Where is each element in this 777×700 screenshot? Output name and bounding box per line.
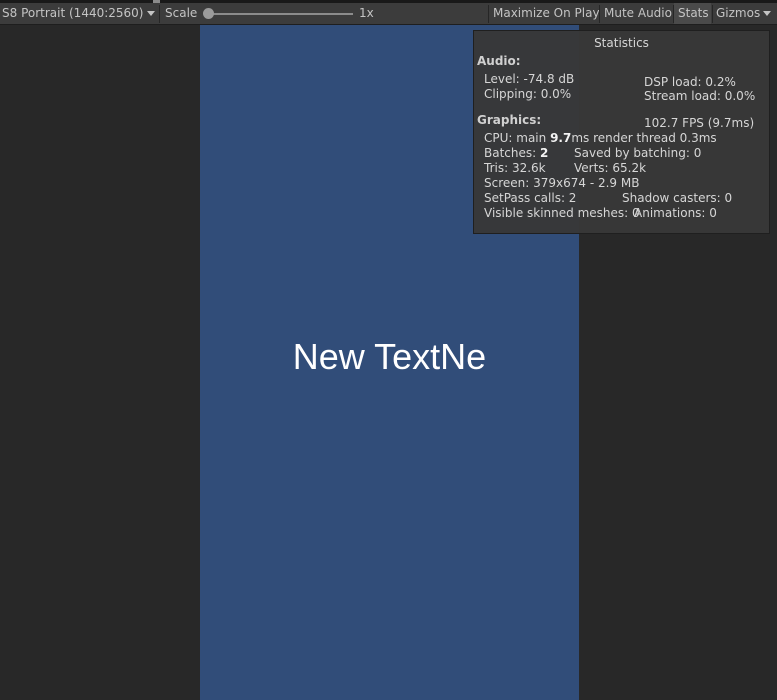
game-toolbar: S8 Portrait (1440:2560) Scale 1x Maximiz…: [0, 3, 777, 25]
verts-count: Verts: 65.2k: [574, 161, 647, 175]
batches-label: Batches:: [484, 146, 537, 160]
dsp-load: DSP load: 0.2%: [644, 75, 736, 89]
gizmos-label: Gizmos: [716, 6, 761, 20]
game-window: S8 Portrait (1440:2560) Scale 1x Maximiz…: [0, 0, 777, 700]
mute-audio-button[interactable]: Mute Audio: [600, 3, 672, 24]
scale-slider-track[interactable]: [212, 13, 353, 15]
resolution-dropdown[interactable]: S8 Portrait (1440:2560): [0, 3, 159, 24]
scale-slider-thumb[interactable]: [203, 8, 214, 19]
scale-value: 1x: [359, 6, 374, 20]
cpu-suffix: ms render thread 0.3ms: [571, 131, 717, 145]
stats-button[interactable]: Stats: [674, 3, 711, 24]
fps-readout: 102.7 FPS (9.7ms): [644, 116, 755, 130]
cpu-main-value: 9.7: [550, 131, 572, 145]
cpu-line: CPU: main 9.7ms render thread 0.3ms: [484, 131, 717, 146]
saved-by-batching: Saved by batching: 0: [574, 146, 702, 160]
visible-skinned-meshes: Visible skinned meshes: 0: [484, 206, 640, 220]
chevron-down-icon: [763, 11, 771, 16]
setpass-calls: SetPass calls: 2: [484, 191, 577, 205]
resolution-label: S8 Portrait (1440:2560): [2, 6, 144, 20]
gizmos-dropdown[interactable]: Gizmos: [713, 3, 777, 24]
audio-level: Level: -74.8 dB: [484, 72, 575, 86]
cpu-prefix: CPU: main: [484, 131, 547, 145]
statistics-title: Statistics: [594, 36, 649, 50]
audio-clipping: Clipping: 0.0%: [484, 87, 572, 101]
tris-count: Tris: 32.6k: [484, 161, 546, 175]
toolbar-separator: [159, 5, 160, 23]
game-text: New TextNe: [292, 336, 487, 377]
audio-heading: Audio:: [477, 54, 521, 68]
graphics-heading: Graphics:: [477, 113, 542, 127]
scale-label: Scale: [165, 6, 198, 20]
animations-count: Animations: 0: [634, 206, 717, 220]
batches-line: Batches: 2: [484, 146, 548, 161]
stream-load: Stream load: 0.0%: [644, 89, 756, 103]
screen-info: Screen: 379x674 - 2.9 MB: [484, 176, 640, 190]
maximize-on-play-button[interactable]: Maximize On Play: [489, 3, 600, 24]
batches-value: 2: [540, 146, 549, 160]
statistics-panel: Statistics Audio: Level: -74.8 dB Clippi…: [473, 30, 770, 234]
shadow-casters: Shadow casters: 0: [622, 191, 733, 205]
chevron-down-icon: [147, 11, 155, 16]
